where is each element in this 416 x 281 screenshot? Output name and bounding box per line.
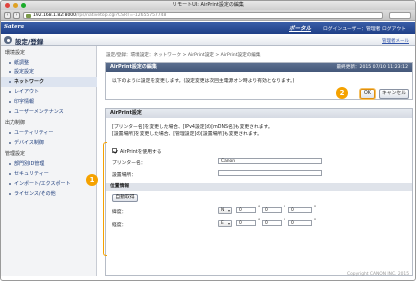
airprint-settings-panel: AirPrint設定 [プリンター名]を変更した場合、[IPv4設定]の[mDN… [105,108,413,276]
latitude-minutes-field[interactable]: 0 [262,207,282,213]
window-titlebar: リモートUI: AirPrint設定の編集 [1,1,415,10]
browser-navbar: ‹ › 192.168.1.82:8000/rps/nativetop.cgi?… [1,10,415,21]
geo-section-header: 位置情報 [106,183,412,191]
cancel-button[interactable]: キャンセル [379,89,409,99]
sidebar-item-import-export[interactable]: インポート/エクスポート [1,179,97,189]
sidebar-item-security[interactable]: セキュリティー [1,169,97,179]
gear-icon [4,36,12,44]
sidebar-group-settings: 環境設定 [5,50,26,56]
enable-airprint-checkbox[interactable] [112,148,117,153]
sidebar: 環境設定 紙調整 設定設定 ネットワーク レイアウト 印字情報 ユーザーメンテナ… [1,46,97,276]
callout-bracket-1 [103,142,107,256]
edit-panel-header: AirPrint設定の編集 最終更新：2015 07/10 11:23:12 [106,63,412,72]
sidebar-item-utility[interactable]: ユーティリティー [1,128,97,138]
second-unit: " [314,206,317,211]
longitude-seconds-field[interactable]: 0 [288,220,312,226]
address-host: 192.168.1.82:8000 [33,13,77,18]
sidebar-item-network[interactable]: ネットワーク [1,77,97,87]
note-location: [設置場所]を変更した場合、[管理設定]の[設置場所]も変更されます。 [112,132,262,137]
sidebar-item-dept-id[interactable]: 部門別ID管理 [1,159,97,169]
minimize-window-button[interactable] [13,3,18,8]
printer-name-field[interactable]: Canon [218,158,322,164]
settings-panel-header: AirPrint設定 [106,109,412,118]
latitude-seconds-field[interactable]: 0 [288,207,312,213]
longitude-label: 経度： [112,223,127,228]
app-header: Satera ポータル ログインユーザー：管理者 ログアウト [1,22,415,34]
sidebar-item-layout[interactable]: レイアウト [1,87,97,97]
browser-search-field[interactable] [389,12,411,19]
callout-badge-2: 2 [336,87,348,99]
forward-icon[interactable]: › [13,12,20,19]
edit-panel-title: AirPrint設定の編集 [110,64,157,70]
sidebar-group-management: 管理設定 [5,151,26,157]
admin-mail-link[interactable]: 管理者メール [382,38,409,44]
address-bar[interactable]: 192.168.1.82:8000/rps/nativetop.cgi?CSRT… [23,12,383,19]
degree-unit: ° [258,206,261,211]
sidebar-item-config[interactable]: 設定設定 [1,67,97,77]
note-printer-name: [プリンター名]を変更した場合、[IPv4設定]の[mDNS名]も変更されます。 [112,125,273,130]
minute-unit: ' [284,206,286,211]
latitude-label: 緯度： [112,210,127,215]
auto-acquire-button[interactable]: 自動取得 [112,194,138,202]
second-unit: " [314,219,317,224]
back-icon[interactable]: ‹ [4,12,11,19]
sidebar-item-print-info[interactable]: 印字情報 [1,97,97,107]
settings-panel-title: AirPrint設定 [110,110,142,116]
longitude-degrees-field[interactable]: 0 [236,220,256,226]
sidebar-item-device-control[interactable]: デバイス制御 [1,138,97,148]
sidebar-item-user-maintenance[interactable]: ユーザーメンテナンス [1,107,97,117]
location-label: 設置場所： [112,173,136,178]
latitude-degrees-field[interactable]: 0 [236,207,256,213]
degree-unit: ° [258,219,261,224]
close-window-button[interactable] [5,3,10,8]
login-user-info[interactable]: ログインユーザー：管理者 ログアウト [323,25,406,32]
copyright-footer: Copyright CANON INC. 2015 [347,272,409,277]
airprint-edit-panel: AirPrint設定の編集 最終更新：2015 07/10 11:23:12 以… [105,62,413,100]
window-title: リモートUI: AirPrint設定の編集 [172,2,244,8]
ok-button[interactable]: OK [360,89,375,99]
latitude-direction-select[interactable]: N [218,207,232,214]
edit-message: 以下のように設定を変更します。(設定変更は次回主電源オン時より有効となります。) [112,79,295,84]
window-controls [5,3,26,8]
location-field[interactable] [218,170,322,176]
browser-window: リモートUI: AirPrint設定の編集 ‹ › 192.168.1.82:8… [0,0,416,281]
page-title: 設定/登録 [15,38,44,46]
breadcrumb: 設定/登録：環境設定：ネットワーク > AirPrint設定 > AirPrin… [106,53,261,58]
sidebar-item-license[interactable]: ライセンス/その他 [1,189,97,199]
longitude-direction-select[interactable]: E [218,220,232,227]
address-path: /rps/nativetop.cgi?CSRT=-12655757748 [76,13,167,18]
minute-unit: ' [284,219,286,224]
portal-link[interactable]: ポータル [289,24,311,32]
brand-logo: Satera [4,24,25,30]
page-header: 設定/登録 管理者メール [1,34,415,46]
callout-badge-1: 1 [86,174,98,186]
last-updated: 最終更新：2015 07/10 11:23:12 [336,65,408,70]
printer-name-label: プリンター名： [112,161,146,166]
maximize-window-button[interactable] [21,3,26,8]
lock-icon [26,14,31,18]
sidebar-group-output: 出力制御 [5,120,26,126]
longitude-minutes-field[interactable]: 0 [262,220,282,226]
enable-airprint-label: AirPrintを使用する [120,150,162,155]
